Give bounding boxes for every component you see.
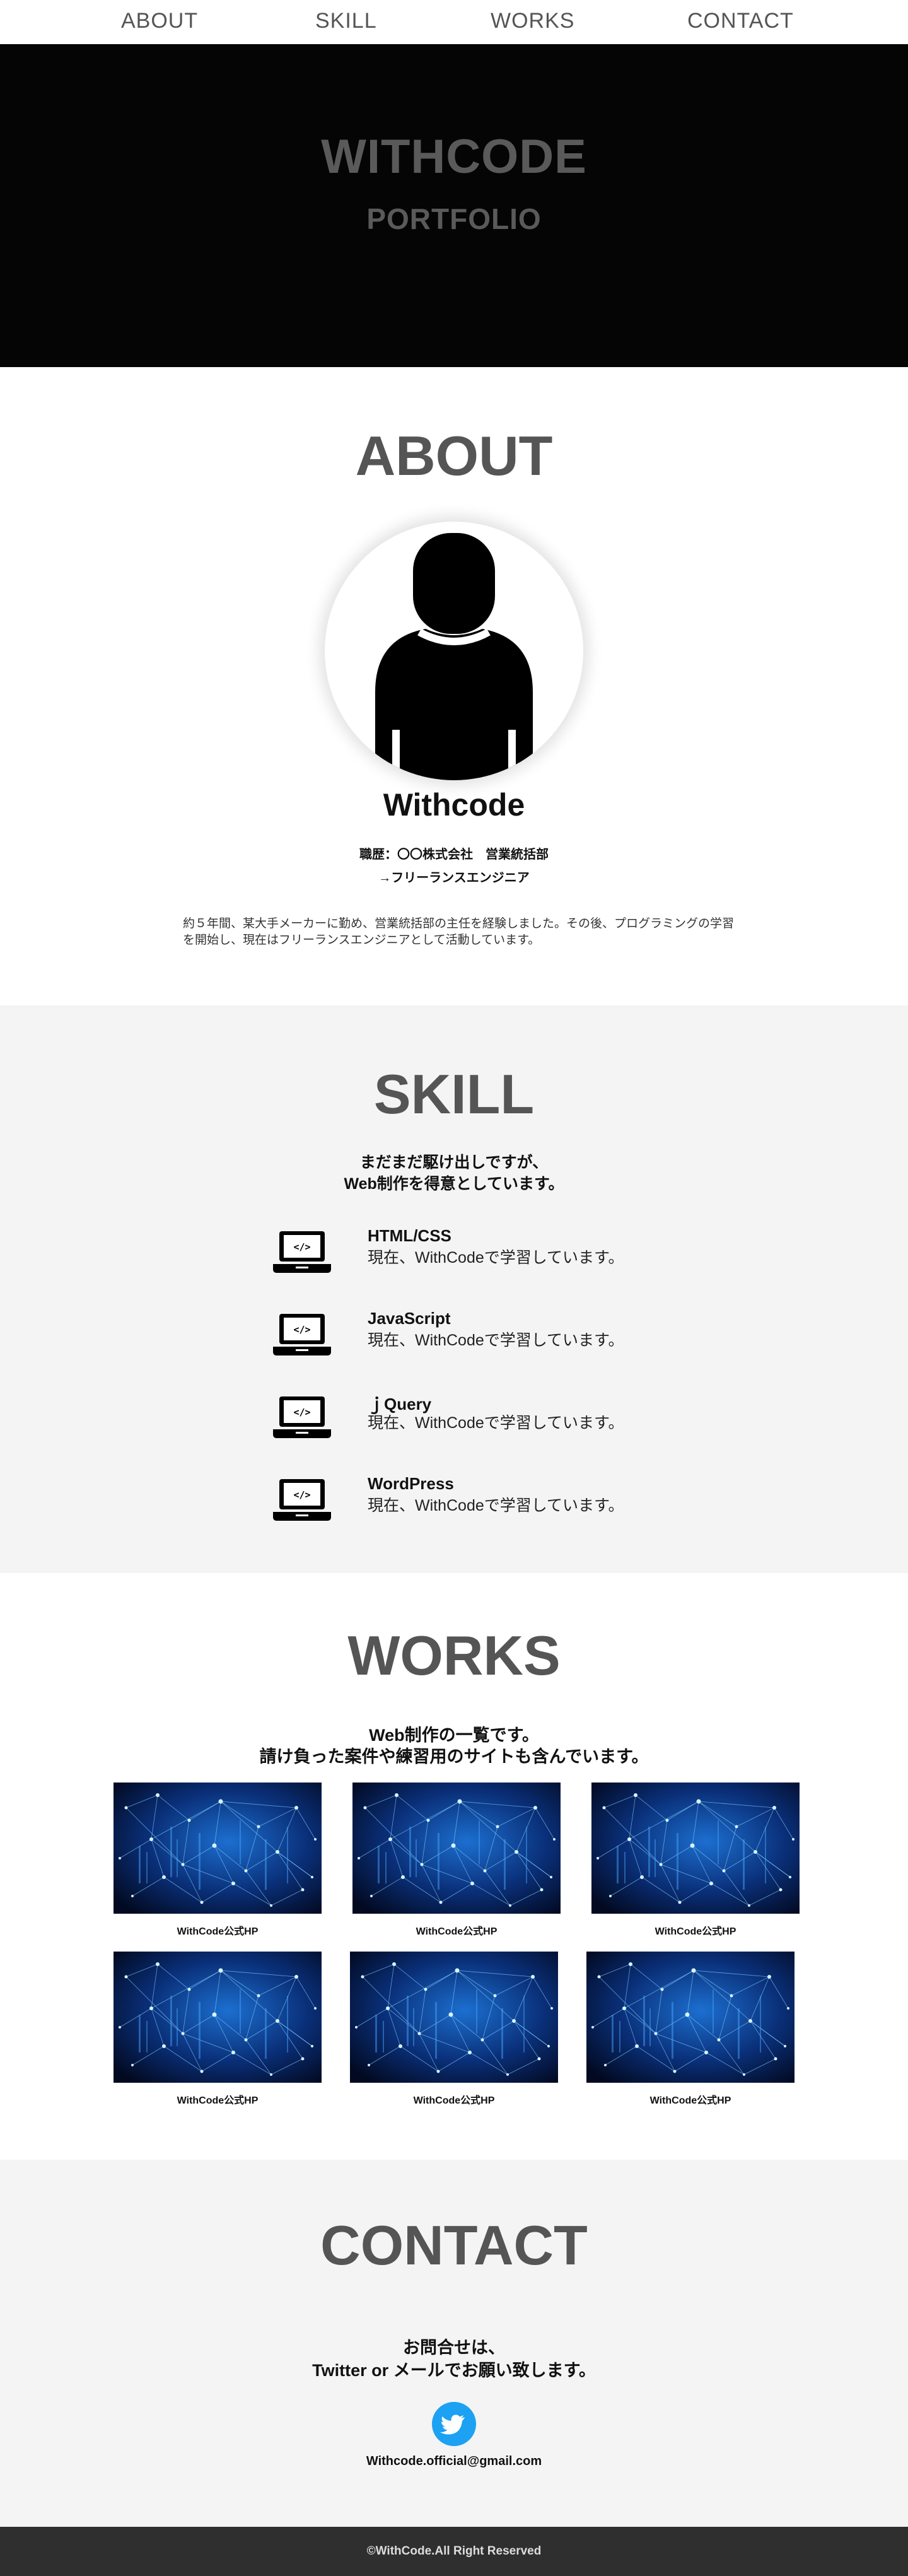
works-heading: WORKS (347, 1624, 561, 1687)
skill-name: JavaScript (368, 1309, 451, 1328)
work-card[interactable]: WithCode公式HP (352, 1783, 561, 1938)
person-silhouette-icon (375, 533, 533, 780)
footer: ©WithCode.All Right Reserved (0, 2527, 908, 2576)
work-caption: WithCode公式HP (177, 1926, 259, 1937)
work-caption: WithCode公式HP (416, 1926, 498, 1937)
skill-item: </> HTML/CSS 現在、WithCodeで学習しています。 (0, 1226, 908, 1277)
works-lead: Web制作の一覧です。 請け負った案件や練習用のサイトも含んでいます。 (0, 1724, 908, 1767)
nav-item-about[interactable]: ABOUT (121, 9, 198, 33)
career-line-1: 職歴：〇〇株式会社 営業統括部 (359, 848, 549, 862)
contact-email[interactable]: Withcode.official@gmail.com (0, 2454, 908, 2469)
skill-item: </> ｊQuery 現在、WithCodeで学習しています。 (0, 1391, 908, 1442)
svg-text:</>: </> (293, 1324, 310, 1335)
laptop-code-icon: </> (273, 1314, 331, 1355)
skill-item: </> WordPress 現在、WithCodeで学習しています。 (0, 1474, 908, 1525)
nav-item-contact[interactable]: CONTACT (687, 9, 794, 33)
hero-subtitle: PORTFOLIO (366, 202, 542, 235)
skill-desc: 現在、WithCodeで学習しています。 (368, 1414, 624, 1432)
work-thumbnail[interactable] (352, 1783, 561, 1914)
svg-text:</>: </> (293, 1241, 310, 1253)
hero-title: WITHCODE (321, 130, 587, 184)
work-thumbnail[interactable] (350, 1952, 558, 2083)
work-card[interactable]: WithCode公式HP (350, 1952, 558, 2107)
skill-item: </> JavaScript 現在、WithCodeで学習しています。 (0, 1309, 908, 1359)
work-thumbnail[interactable] (114, 1783, 322, 1914)
work-caption: WithCode公式HP (413, 2095, 495, 2106)
laptop-code-icon: </> (273, 1479, 331, 1521)
top-nav: ABOUT SKILL WORKS CONTACT (0, 0, 908, 44)
work-caption: WithCode公式HP (177, 2095, 259, 2106)
contact-lead-line-2: Twitter or メールでお願い致します。 (312, 2361, 596, 2380)
twitter-link[interactable] (432, 2402, 476, 2446)
works-lead-line-1: Web制作の一覧です。 (369, 1726, 539, 1745)
contact-lead-line-1: お問合せは、 (403, 2338, 505, 2357)
skill-heading: SKILL (373, 1063, 535, 1125)
contact-lead: お問合せは、 Twitter or メールでお願い致します。 (0, 2336, 908, 2382)
nav-item-works[interactable]: WORKS (491, 9, 574, 33)
laptop-code-icon: </> (273, 1396, 331, 1438)
work-thumbnail[interactable] (591, 1783, 800, 1914)
contact-heading: CONTACT (320, 2214, 588, 2276)
footer-copyright: ©WithCode.All Right Reserved (366, 2544, 542, 2558)
about-section: ABOUT Withcode 職歴：〇〇株式会社 営業統括部 →フリーランスエン… (0, 367, 908, 1005)
contact-section: CONTACT お問合せは、 Twitter or メールでお願い致します。 W… (0, 2160, 908, 2527)
skill-desc: 現在、WithCodeで学習しています。 (368, 1332, 624, 1349)
about-heading: ABOUT (355, 424, 553, 487)
svg-text:</>: </> (293, 1489, 310, 1501)
works-lead-line-2: 請け負った案件や練習用のサイトも含んでいます。 (259, 1747, 649, 1766)
work-card[interactable]: WithCode公式HP (586, 1952, 794, 2107)
works-section: WORKS Web制作の一覧です。 請け負った案件や練習用のサイトも含んでいます… (0, 1573, 908, 2160)
twitter-bird-icon (440, 2415, 465, 2435)
work-thumbnail[interactable] (114, 1952, 322, 2083)
svg-text:</>: </> (293, 1407, 310, 1418)
skill-section: SKILL まだまだ駆け出しですが、 Web制作を得意としています。 </> H… (0, 1005, 908, 1573)
skill-desc: 現在、WithCodeで学習しています。 (368, 1249, 624, 1267)
laptop-code-icon: </> (273, 1231, 331, 1273)
about-description: 約５年間、某大手メーカーに勤め、営業統括部の主任を経験しました。その後、プログラ… (183, 917, 735, 947)
work-card[interactable]: WithCode公式HP (114, 1783, 322, 1938)
work-caption: WithCode公式HP (649, 2095, 731, 2106)
skill-name: WordPress (368, 1474, 454, 1493)
avatar (325, 522, 583, 780)
work-card[interactable]: WithCode公式HP (114, 1952, 322, 2107)
career-line-2: →フリーランスエンジニア (378, 871, 530, 885)
work-card[interactable]: WithCode公式HP (591, 1783, 800, 1938)
skill-lead-line-2: Web制作を得意としています。 (344, 1175, 564, 1193)
nav-item-skill[interactable]: SKILL (315, 9, 377, 33)
work-thumbnail[interactable] (586, 1952, 794, 2083)
hero-section: WITHCODE PORTFOLIO (0, 44, 908, 367)
work-caption: WithCode公式HP (655, 1926, 736, 1937)
skill-lead-line-1: まだまだ駆け出しですが、 (359, 1154, 549, 1171)
skill-desc: 現在、WithCodeで学習しています。 (368, 1497, 624, 1514)
skill-lead: まだまだ駆け出しですが、 Web制作を得意としています。 (0, 1152, 908, 1195)
profile-name: Withcode (383, 787, 525, 823)
skill-name: HTML/CSS (368, 1226, 451, 1245)
